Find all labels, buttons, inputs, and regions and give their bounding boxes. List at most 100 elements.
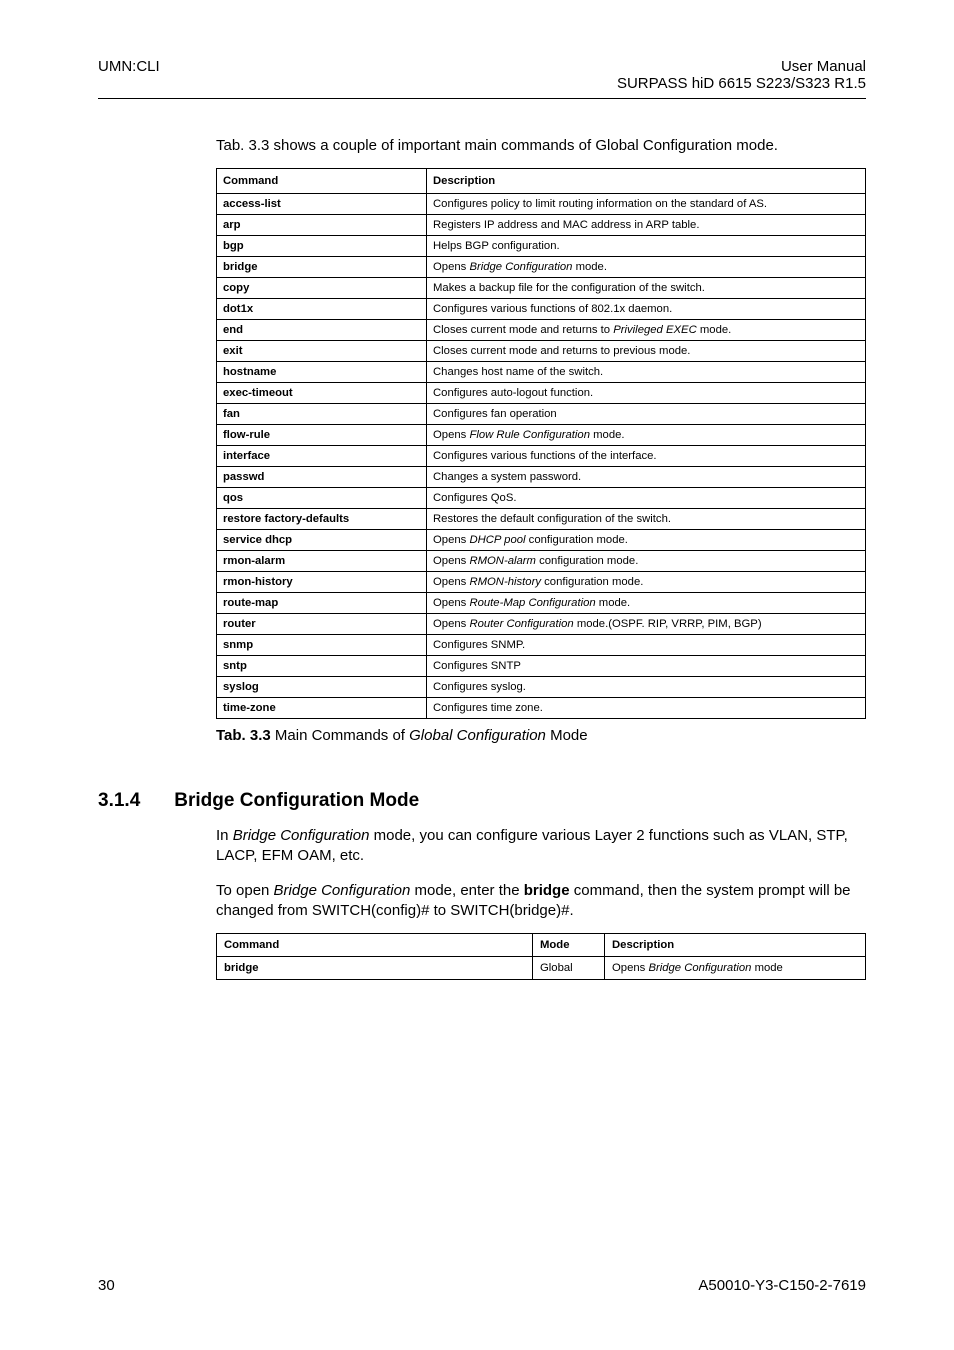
page-footer: 30 A50010-Y3-C150-2-7619 <box>98 1277 866 1294</box>
table-row: hostname Changes host name of the switch. <box>217 362 866 383</box>
table-cell-command: arp <box>217 215 427 236</box>
table-cell-command: rmon-alarm <box>217 551 427 572</box>
table-row: restore factory-defaultsRestores the def… <box>217 509 866 530</box>
cmd-head-description: Description <box>605 934 866 957</box>
table-cell-command: time-zone <box>217 698 427 719</box>
desc-pre: Configures fan operation <box>433 408 557 420</box>
p1-pre: In <box>216 827 233 844</box>
table-row: syslogConfigures syslog. <box>217 677 866 698</box>
desc-post: configuration mode. <box>541 576 643 588</box>
desc-pre: Opens <box>433 555 469 567</box>
desc-pre: Closes current mode and returns to <box>433 324 613 336</box>
table-cell-description: Configures SNTP <box>427 656 866 677</box>
table-row: flow-ruleOpens Flow Rule Configuration m… <box>217 425 866 446</box>
cmd-head-command: Command <box>217 934 533 957</box>
desc-pre: Configures time zone. <box>433 702 543 714</box>
desc-em: Flow Rule Configuration <box>469 429 590 441</box>
table-cell-command: end <box>217 320 427 341</box>
desc-post: mode. <box>697 324 732 336</box>
table-cell-description: Opens Router Configuration mode.(OSPF. R… <box>427 614 866 635</box>
section-title: Bridge Configuration Mode <box>174 790 419 812</box>
cmd-cell-description: Opens Bridge Configuration mode <box>605 957 866 980</box>
commands-table: Command Description access-listConfigure… <box>216 168 866 719</box>
desc-pre: Configures SNMP. <box>433 639 525 651</box>
cmd-desc-post: mode <box>751 962 782 974</box>
table-cell-description: Opens Bridge Configuration mode. <box>427 257 866 278</box>
table-cell-command: exit <box>217 341 427 362</box>
desc-pre: Opens <box>433 597 469 609</box>
header-rule <box>98 98 866 99</box>
table-cell-description: Makes a backup file for the configuratio… <box>427 278 866 299</box>
desc-pre: Configures auto-logout function. <box>433 387 593 399</box>
desc-pre: Changes host name of the switch. <box>433 366 603 378</box>
table-cell-description: Registers IP address and MAC address in … <box>427 215 866 236</box>
desc-pre: Configures various functions of the inte… <box>433 450 657 462</box>
table-row: arpRegisters IP address and MAC address … <box>217 215 866 236</box>
cmd-cell-mode: Global <box>533 957 605 980</box>
command-table: Command Mode Description bridge Global O… <box>216 933 866 980</box>
desc-pre: Helps BGP configuration. <box>433 240 560 252</box>
desc-post: configuration mode. <box>526 534 628 546</box>
desc-pre: Configures various functions of 802.1x d… <box>433 303 672 315</box>
table-cell-description: Closes current mode and returns to previ… <box>427 341 866 362</box>
table-cell-command: bgp <box>217 236 427 257</box>
table-cell-description: Opens DHCP pool configuration mode. <box>427 530 866 551</box>
table-cell-description: Changes a system password. <box>427 467 866 488</box>
table-cell-description: Configures auto-logout function. <box>427 383 866 404</box>
table-cell-command: service dhcp <box>217 530 427 551</box>
table-row: rmon-alarmOpens RMON-alarm configuration… <box>217 551 866 572</box>
table-row: dot1xConfigures various functions of 802… <box>217 299 866 320</box>
table-cell-command: router <box>217 614 427 635</box>
table-cell-command: hostname <box>217 362 427 383</box>
table-cell-description: Restores the default configuration of th… <box>427 509 866 530</box>
desc-post: mode. <box>572 261 607 273</box>
table-cell-command: passwd <box>217 467 427 488</box>
desc-em: Bridge Configuration <box>469 261 572 273</box>
table-row: access-list Configures policy to limit ro… <box>217 194 866 215</box>
table-cell-command: sntp <box>217 656 427 677</box>
desc-pre: Configures SNTP <box>433 660 521 672</box>
table-row: bgp Helps BGP configuration. <box>217 236 866 257</box>
desc-post: configuration mode. <box>536 555 638 567</box>
desc-pre: Makes a backup file for the configuratio… <box>433 282 705 294</box>
table-row: interfaceConfigures various functions of… <box>217 446 866 467</box>
table-cell-command: route-map <box>217 593 427 614</box>
table-cell-description: Configures syslog. <box>427 677 866 698</box>
p1-em: Bridge Configuration <box>233 827 370 844</box>
table-cell-description: Configures various functions of the inte… <box>427 446 866 467</box>
cmd-cell-command: bridge <box>217 957 533 980</box>
page-header: UMN:CLI User Manual SURPASS hiD 6615 S22… <box>98 58 866 92</box>
table-cell-description: Changes host name of the switch. <box>427 362 866 383</box>
table-cell-command: bridge <box>217 257 427 278</box>
table-row: routerOpens Router Configuration mode.(O… <box>217 614 866 635</box>
header-left: UMN:CLI <box>98 58 160 92</box>
caption-label: Tab. 3.3 <box>216 727 271 744</box>
table-cell-description: Configures policy to limit routing infor… <box>427 194 866 215</box>
desc-pre: Configures policy to limit routing infor… <box>433 198 767 210</box>
table-row: copy Makes a backup file for the configur… <box>217 278 866 299</box>
table-row: passwdChanges a system password. <box>217 467 866 488</box>
table-cell-command: restore factory-defaults <box>217 509 427 530</box>
table-cell-description: Opens Flow Rule Configuration mode. <box>427 425 866 446</box>
table-cell-command: copy <box>217 278 427 299</box>
p2-em1: Bridge Configuration <box>274 882 411 899</box>
p2-mid: mode, enter the <box>410 882 523 899</box>
table-cell-description: Opens Route-Map Configuration mode. <box>427 593 866 614</box>
table-cell-command: exec-timeout <box>217 383 427 404</box>
desc-pre: Opens <box>433 618 469 630</box>
table-cell-command: access-list <box>217 194 427 215</box>
desc-post: mode.(OSPF. RIP, VRRP, PIM, BGP) <box>574 618 762 630</box>
desc-pre: Closes current mode and returns to previ… <box>433 345 690 357</box>
desc-em: Route-Map Configuration <box>469 597 595 609</box>
table-cell-description: Configures SNMP. <box>427 635 866 656</box>
intro-paragraph: Tab. 3.3 shows a couple of important mai… <box>216 137 866 154</box>
table-cell-command: rmon-history <box>217 572 427 593</box>
table-row: qosConfigures QoS. <box>217 488 866 509</box>
table-cell-command: snmp <box>217 635 427 656</box>
table-cell-command: flow-rule <box>217 425 427 446</box>
table-cell-description: Opens RMON-history configuration mode. <box>427 572 866 593</box>
table-row: bridgeOpens Bridge Configuration mode. <box>217 257 866 278</box>
section-number: 3.1.4 <box>98 790 140 812</box>
cmd-desc-pre: Opens <box>612 962 648 974</box>
caption-text-em: Global Configuration <box>409 727 546 744</box>
